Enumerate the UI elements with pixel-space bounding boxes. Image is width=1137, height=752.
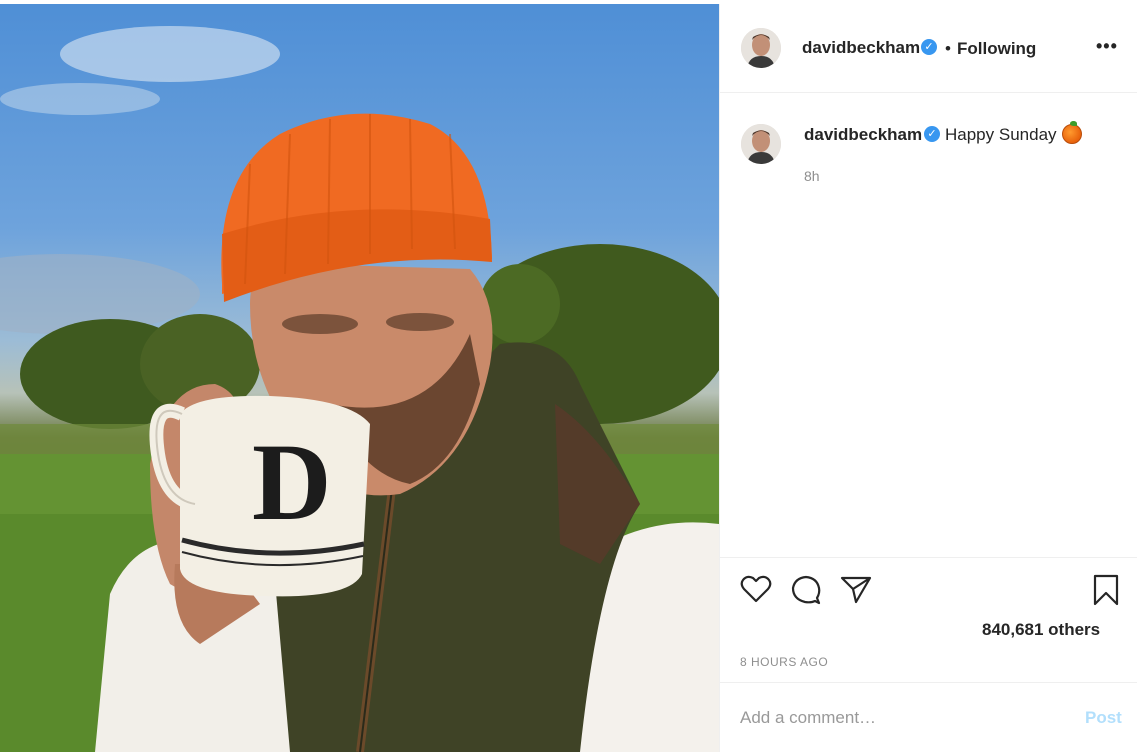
share-icon[interactable]	[840, 574, 872, 609]
post-sidebar: davidbeckham ✓ • Following ••• davidbeck…	[719, 4, 1137, 752]
caption-avatar[interactable]	[741, 124, 781, 164]
post-header: davidbeckham ✓ • Following •••	[720, 4, 1137, 93]
caption-verified-badge-icon: ✓	[924, 126, 940, 142]
caption-text: Happy Sunday	[945, 125, 1057, 144]
comment-bar: Post	[720, 682, 1137, 752]
post-time-ago[interactable]: 8 HOURS AGO	[740, 655, 828, 669]
bookmark-icon[interactable]	[1092, 574, 1120, 611]
post-actions: 840,681 others 8 HOURS AGO	[720, 557, 1137, 682]
caption-username[interactable]: davidbeckham	[804, 125, 922, 145]
comment-icon[interactable]	[790, 574, 822, 611]
following-button[interactable]: Following	[957, 39, 1036, 59]
caption-timestamp[interactable]: 8h	[804, 168, 820, 184]
add-comment-input[interactable]	[740, 705, 1070, 731]
photo-illustration: D	[0, 26, 719, 752]
author-avatar[interactable]	[741, 28, 781, 68]
orange-emoji-icon	[1062, 121, 1082, 144]
post-comment-button[interactable]: Post	[1085, 708, 1122, 728]
mug-letter: D	[252, 421, 331, 543]
author-username[interactable]: davidbeckham	[802, 38, 920, 58]
heart-icon[interactable]	[740, 574, 772, 609]
separator-dot: •	[945, 39, 951, 58]
more-options-icon[interactable]: •••	[1096, 36, 1118, 57]
post-photo[interactable]: D	[0, 4, 719, 752]
likes-count[interactable]: 840,681 others	[982, 620, 1100, 640]
verified-badge-icon: ✓	[921, 39, 937, 55]
